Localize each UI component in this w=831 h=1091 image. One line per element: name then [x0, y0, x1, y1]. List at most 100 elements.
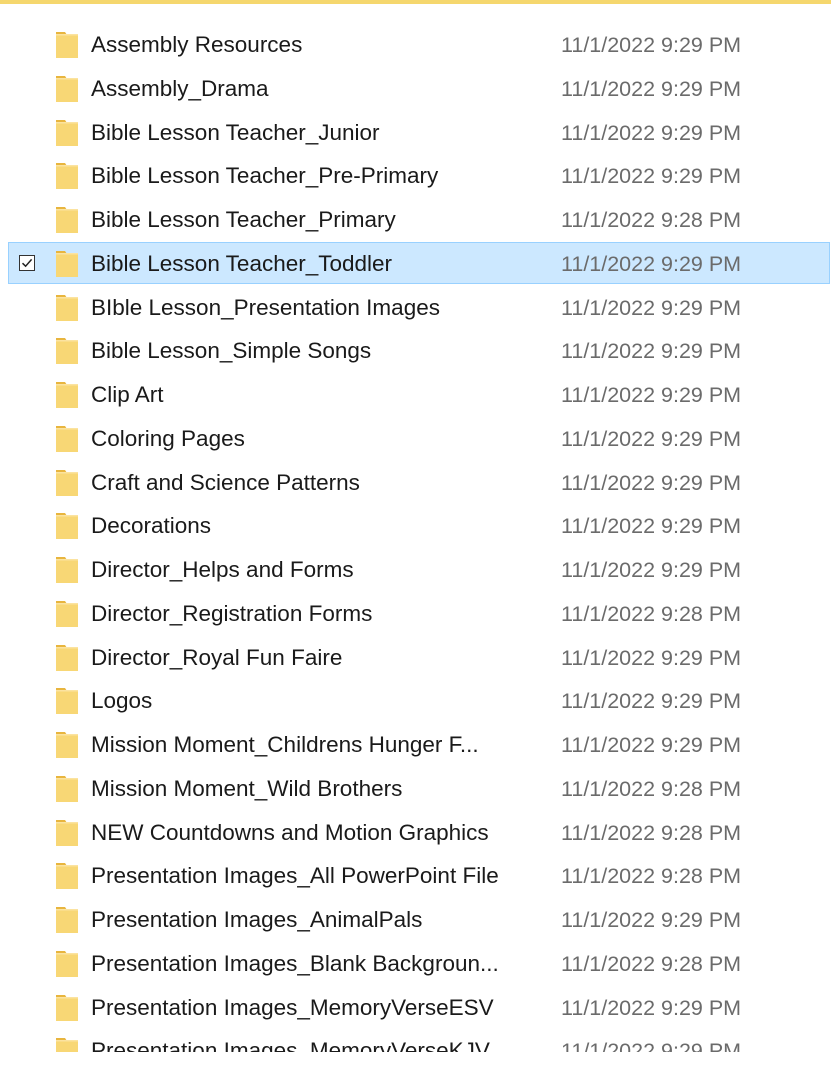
date-modified: 11/1/2022 9:29 PM — [561, 470, 742, 495]
date-modified: 11/1/2022 9:29 PM — [561, 120, 742, 145]
folder-icon — [54, 30, 80, 60]
date-modified: 11/1/2022 9:29 PM — [561, 33, 742, 57]
file-row[interactable]: Bible Lesson Teacher_Toddler 11/1/2022 9… — [8, 241, 830, 284]
file-name: Mission Moment_Childrens Hunger F... — [91, 732, 479, 757]
file-row[interactable]: Mission Moment_Wild Brothers 11/1/2022 9… — [8, 767, 830, 809]
folder-icon — [54, 686, 80, 716]
file-row[interactable]: Presentation Images_All PowerPoint File … — [8, 854, 830, 896]
file-row[interactable]: Assembly Resources 11/1/2022 9:29 PM — [8, 23, 830, 65]
file-row[interactable]: Presentation Images_Blank Backgroun... 1… — [8, 942, 830, 984]
file-row[interactable]: Presentation Images_AnimalPals 11/1/2022… — [8, 898, 830, 940]
file-row[interactable]: Mission Moment_Childrens Hunger F... 11/… — [8, 723, 830, 765]
file-name: Clip Art — [91, 382, 164, 407]
date-modified: 11/1/2022 9:28 PM — [561, 208, 742, 232]
date-modified: 11/1/2022 9:28 PM — [561, 951, 742, 976]
file-name: Mission Moment_Wild Brothers — [91, 775, 403, 801]
folder-icon — [54, 118, 80, 148]
date-modified: 11/1/2022 9:29 PM — [561, 164, 742, 189]
date-modified: 11/1/2022 9:29 PM — [561, 251, 742, 276]
file-row[interactable]: Craft and Science Patterns 11/1/2022 9:2… — [8, 461, 830, 503]
date-modified: 11/1/2022 9:29 PM — [561, 339, 742, 364]
file-name: Bible Lesson Teacher_Junior — [91, 119, 380, 145]
file-row[interactable]: Decorations 11/1/2022 9:29 PM — [8, 504, 830, 546]
folder-icon — [54, 774, 80, 804]
file-name: Coloring Pages — [91, 425, 245, 451]
file-name: Presentation Images_Blank Backgroun... — [91, 950, 499, 976]
file-row[interactable]: Bible Lesson Teacher_Primary 11/1/2022 9… — [8, 198, 830, 240]
folder-icon — [54, 993, 80, 1023]
folder-icon — [54, 949, 80, 979]
file-name: Assembly_Drama — [91, 75, 269, 101]
file-name: Bible Lesson Teacher_Toddler — [91, 250, 393, 276]
file-name: Craft and Science Patterns — [91, 469, 360, 495]
folder-icon — [54, 468, 80, 498]
file-row[interactable]: Director_Royal Fun Faire 11/1/2022 9:29 … — [8, 636, 830, 678]
file-row[interactable]: Logos 11/1/2022 9:29 PM — [8, 679, 830, 721]
date-modified: 11/1/2022 9:29 PM — [561, 1039, 742, 1052]
selection-checkbox[interactable] — [19, 254, 35, 271]
date-modified: 11/1/2022 9:29 PM — [561, 76, 742, 101]
file-row[interactable]: Director_Registration Forms 11/1/2022 9:… — [8, 592, 830, 634]
file-name: Director_Helps and Forms — [91, 557, 354, 582]
file-name: Presentation Images_All PowerPoint File — [91, 863, 499, 889]
date-modified: 11/1/2022 9:29 PM — [561, 645, 742, 670]
folder-icon — [54, 293, 80, 323]
folder-icon — [54, 730, 80, 760]
file-name: Director_Registration Forms — [91, 600, 373, 626]
file-name: Presentation Images_MemoryVerseESV — [91, 994, 494, 1020]
date-modified: 11/1/2022 9:29 PM — [561, 733, 742, 757]
file-row[interactable]: Bible Lesson Teacher_Pre-Primary 11/1/20… — [8, 154, 830, 196]
file-name: Bible Lesson_Simple Songs — [91, 338, 372, 364]
folder-icon — [54, 161, 80, 191]
list-bottom-area — [0, 1052, 831, 1091]
date-modified: 11/1/2022 9:29 PM — [561, 995, 742, 1020]
date-modified: 11/1/2022 9:29 PM — [561, 383, 742, 407]
date-modified: 11/1/2022 9:29 PM — [561, 514, 742, 539]
file-name: Presentation Images_AnimalPals — [91, 907, 423, 932]
folder-icon — [54, 1036, 80, 1052]
file-name: BIble Lesson_Presentation Images — [91, 294, 440, 320]
file-row[interactable]: Assembly_Drama 11/1/2022 9:29 PM — [8, 67, 830, 109]
folder-icon — [54, 424, 80, 454]
date-modified: 11/1/2022 9:29 PM — [561, 689, 742, 714]
file-name: Bible Lesson Teacher_Primary — [91, 207, 396, 232]
date-modified: 11/1/2022 9:28 PM — [561, 820, 742, 845]
file-row[interactable]: Clip Art 11/1/2022 9:29 PM — [8, 373, 830, 415]
file-row[interactable]: Bible Lesson Teacher_Junior 11/1/2022 9:… — [8, 111, 830, 153]
folder-icon — [54, 905, 80, 935]
check-icon — [21, 258, 33, 268]
file-name: Director_Royal Fun Faire — [91, 644, 343, 670]
date-modified: 11/1/2022 9:28 PM — [561, 601, 742, 626]
file-row[interactable]: BIble Lesson_Presentation Images 11/1/20… — [8, 286, 830, 328]
date-modified: 11/1/2022 9:29 PM — [561, 295, 742, 320]
folder-icon — [54, 643, 80, 673]
file-row[interactable]: Coloring Pages 11/1/2022 9:29 PM — [8, 417, 830, 459]
folder-icon — [54, 205, 80, 235]
folder-icon — [54, 818, 80, 848]
file-name: Decorations — [91, 513, 212, 539]
file-name: Bible Lesson Teacher_Pre-Primary — [91, 163, 439, 189]
folder-icon — [54, 336, 80, 366]
folder-icon — [54, 555, 80, 585]
file-row[interactable]: Director_Helps and Forms 11/1/2022 9:29 … — [8, 548, 830, 590]
folder-icon — [54, 599, 80, 629]
date-modified: 11/1/2022 9:29 PM — [561, 908, 742, 932]
file-row[interactable]: Bible Lesson_Simple Songs 11/1/2022 9:29… — [8, 329, 830, 371]
date-modified: 11/1/2022 9:28 PM — [561, 776, 742, 801]
file-list: Assembly Resources 11/1/2022 9:29 PM Ass… — [0, 0, 831, 1052]
file-row[interactable]: Presentation Images_MemoryVerseKJV 11/1/… — [8, 1029, 830, 1052]
date-modified: 11/1/2022 9:29 PM — [561, 558, 742, 582]
date-modified: 11/1/2022 9:28 PM — [561, 864, 742, 889]
folder-icon — [54, 380, 80, 410]
folder-icon — [54, 74, 80, 104]
file-row[interactable]: Presentation Images_MemoryVerseESV 11/1/… — [8, 986, 830, 1028]
folder-icon — [54, 861, 80, 891]
file-name: Assembly Resources — [91, 32, 303, 57]
folder-icon — [54, 511, 80, 541]
file-name: Presentation Images_MemoryVerseKJV — [91, 1038, 490, 1052]
file-name: NEW Countdowns and Motion Graphics — [91, 819, 489, 845]
date-modified: 11/1/2022 9:29 PM — [561, 426, 742, 451]
file-name: Logos — [91, 688, 153, 714]
folder-icon — [54, 249, 80, 279]
file-row[interactable]: NEW Countdowns and Motion Graphics 11/1/… — [8, 811, 830, 853]
